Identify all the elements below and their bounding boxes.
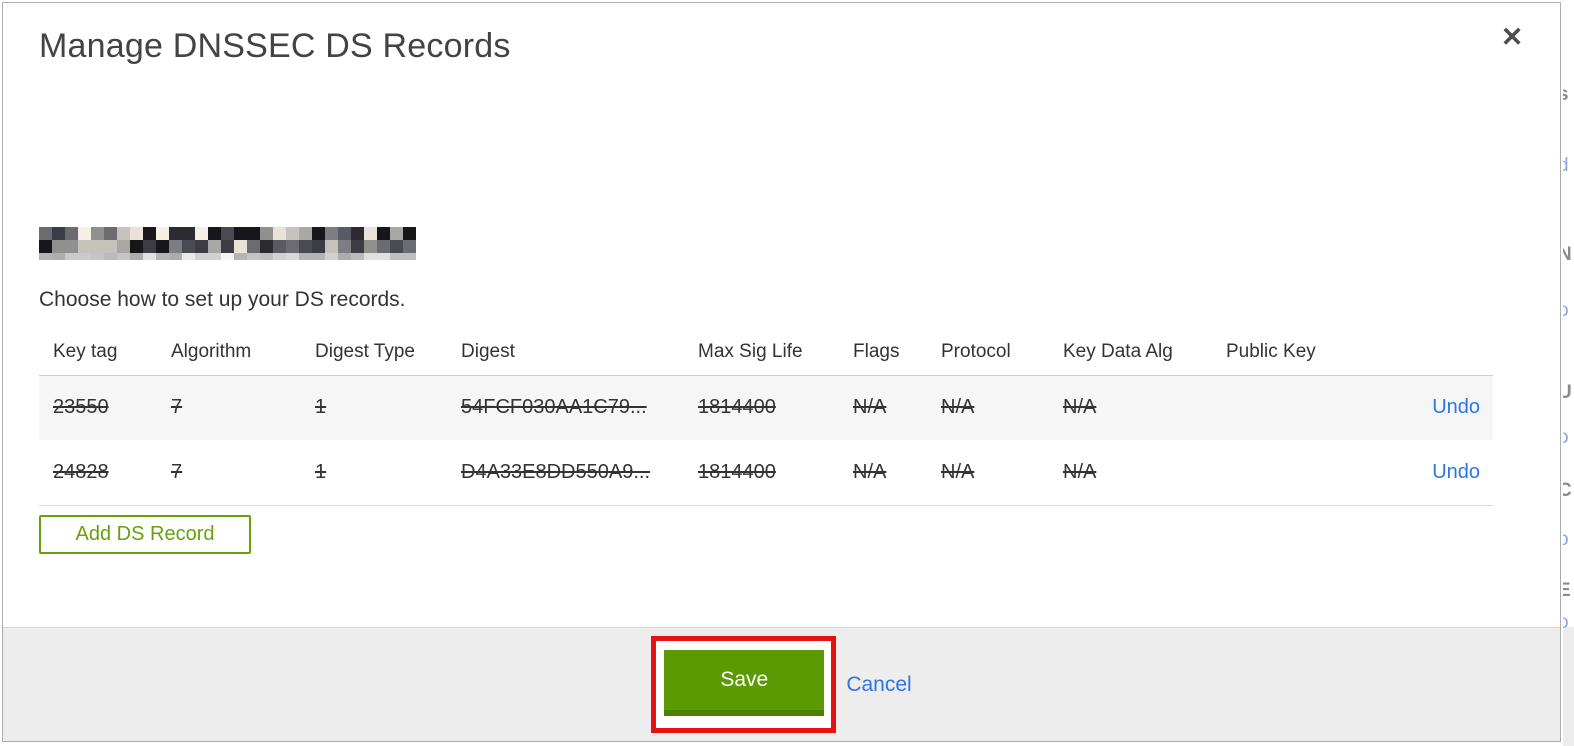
background-text-fragment: o [1563, 300, 1569, 321]
save-button[interactable]: Save [664, 650, 825, 716]
background-text-fragment: E [1563, 580, 1571, 601]
background-text-fragment: o [1563, 529, 1569, 550]
page: Manage DNSSEC DS Records ✕ Choose how to… [0, 0, 1574, 746]
red-highlight-annotation: Save [651, 636, 837, 733]
cell-key-data-alg: N/A [1063, 460, 1097, 483]
ds-records-table: Key tag Algorithm Digest Type Digest Max Sig… [39, 329, 1493, 506]
cell-digest-type: 1 [315, 396, 327, 419]
manage-dnssec-modal: Manage DNSSEC DS Records ✕ Choose how to… [2, 2, 1561, 742]
background-text-fragment: C [1563, 480, 1572, 501]
undo-link[interactable]: Undo [1432, 461, 1480, 483]
cell-public-key [1226, 375, 1430, 440]
undo-link[interactable]: Undo [1432, 396, 1480, 418]
background-text-fragment: o [1563, 427, 1569, 448]
column-header: Flags [853, 329, 941, 376]
column-header: Algorithm [171, 329, 315, 376]
cell-max-sig-life: 1814400 [698, 460, 776, 483]
background-page-strip: sdNoUoCoEo [1563, 0, 1574, 746]
instruction-text: Choose how to set up your DS records. [39, 288, 406, 311]
background-text-fragment: s [1563, 84, 1569, 105]
cell-flags: N/A [853, 396, 887, 419]
column-header: Key Data Alg [1063, 329, 1226, 376]
cell-digest: D4A33E8DD550A9... [461, 460, 651, 483]
background-text-fragment: N [1563, 244, 1572, 265]
cell-algorithm: 7 [171, 396, 183, 419]
table-header-row: Key tag Algorithm Digest Type Digest Max Sig… [39, 329, 1493, 376]
ds-record-row: 24828 7 1 D4A33E8DD550A9... 1814400 N/A N/A N/A… [39, 440, 1493, 505]
cell-protocol: N/A [941, 460, 975, 483]
ds-record-row: 23550 7 1 54FCF030AA1C79... 1814400 N/A N/A N/A… [39, 375, 1493, 440]
cell-key-tag: 24828 [53, 460, 109, 483]
modal-title: Manage DNSSEC DS Records [39, 27, 511, 65]
cell-public-key [1226, 440, 1430, 505]
cell-action: Undo [1430, 440, 1493, 505]
redacted-domain-name [39, 227, 416, 260]
table-body: 23550 7 1 54FCF030AA1C79... 1814400 N/A N/A N/A… [39, 375, 1493, 505]
background-text-fragment: U [1563, 382, 1572, 403]
column-header: Max Sig Life [698, 329, 853, 376]
cell-flags: N/A [853, 460, 887, 483]
column-header: Protocol [941, 329, 1063, 376]
background-strip-footer [1563, 627, 1574, 746]
cell-digest-type: 1 [315, 460, 327, 483]
cell-algorithm: 7 [171, 460, 183, 483]
cell-protocol: N/A [941, 396, 975, 419]
cell-action: Undo [1430, 375, 1493, 440]
background-text-fragment: o [1563, 612, 1569, 633]
background-text-fragment: d [1563, 155, 1569, 176]
cancel-link[interactable]: Cancel [846, 673, 911, 697]
modal-footer: Save Cancel [3, 627, 1560, 741]
cell-key-tag: 23550 [53, 396, 109, 419]
column-header: Digest Type [315, 329, 461, 376]
cell-digest: 54FCF030AA1C79... [461, 396, 647, 419]
column-header: Key tag [39, 329, 171, 376]
close-icon[interactable]: ✕ [1494, 19, 1530, 55]
column-header: Digest [461, 329, 698, 376]
add-ds-record-button[interactable]: Add DS Record [39, 515, 251, 554]
cell-key-data-alg: N/A [1063, 396, 1097, 419]
column-header: Public Key [1226, 329, 1430, 376]
cell-max-sig-life: 1814400 [698, 396, 776, 419]
